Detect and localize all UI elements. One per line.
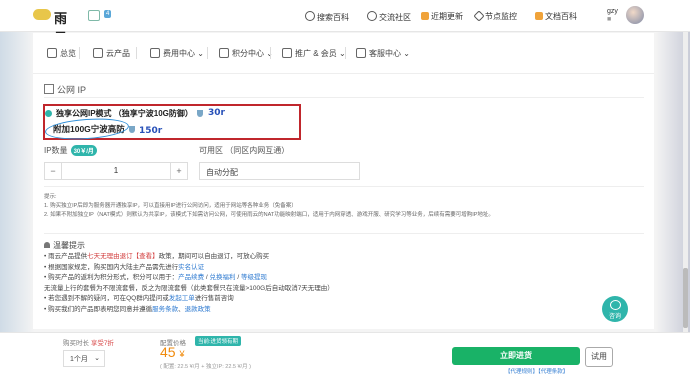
cloud-logo-icon bbox=[33, 9, 51, 20]
app-icon[interactable] bbox=[88, 10, 100, 21]
chat-icon bbox=[367, 11, 377, 21]
wallet-icon bbox=[150, 48, 160, 58]
main-card: 总览 云产品 费用中心 ⌄ 积分中心 ⌄ 推广 & 会员 ⌄ 客服中心 ⌄ 公网… bbox=[33, 33, 654, 329]
monitor-icon bbox=[473, 10, 485, 22]
divider bbox=[79, 47, 80, 59]
period-select[interactable]: 1个月 ⌄ bbox=[63, 350, 105, 367]
tab-billing[interactable]: 费用中心 ⌄ bbox=[150, 48, 204, 59]
points-icon bbox=[219, 48, 229, 58]
divider bbox=[270, 47, 271, 59]
tab-referral-member[interactable]: 推广 & 会员 ⌄ bbox=[282, 48, 346, 59]
people-icon bbox=[282, 48, 292, 58]
tip-item: • 根据国家规定，购买国内大陆主产品需先进行实名认证 bbox=[44, 263, 205, 271]
search-icon bbox=[305, 11, 315, 21]
notes: 提示: 1. 购买独立IP后即为服务器开通独享IP，可以直接用IP进行公网访问，… bbox=[44, 193, 494, 220]
tip-item: • 雨云产品提供七天无理由退订【查看】政策，期间可以自由退订，可放心购买 bbox=[44, 253, 270, 260]
avatar[interactable] bbox=[626, 6, 644, 24]
zone-select[interactable]: 自动分配 ⌄ bbox=[199, 162, 360, 180]
renew-link[interactable]: 产品续费 bbox=[178, 274, 204, 281]
divider bbox=[207, 47, 208, 59]
note-line: 1. 购买独立IP后即为服务器开通独享IP，可以直接用IP进行公网访问，适用于网… bbox=[44, 203, 297, 209]
network-icon bbox=[44, 84, 54, 94]
refund-policy-link[interactable]: 七天无理由退订【查看】 bbox=[87, 253, 159, 260]
real-name-link[interactable]: 实名认证 bbox=[178, 264, 204, 271]
tip-item: 无流量上行的套餐为不限流套餐，反之为限流套餐（此类套餐只在流量>100G后自动取… bbox=[44, 284, 334, 292]
notification-badge[interactable]: 4 bbox=[104, 10, 112, 18]
exchange-link[interactable]: 兑换福利 bbox=[210, 274, 236, 281]
tab-support[interactable]: 客服中心 ⌄ bbox=[356, 48, 410, 59]
bell-icon bbox=[44, 242, 50, 248]
divider bbox=[345, 47, 346, 59]
divider bbox=[136, 47, 137, 59]
tab-overview[interactable]: 总览 bbox=[47, 48, 76, 59]
user-menu[interactable]: gzy ■ bbox=[607, 8, 618, 24]
tip-item: • 若您遇到不解的疑问，可在QQ群内提问或发起工单进行售前咨询 bbox=[44, 295, 234, 302]
tab-bar: 总览 云产品 费用中心 ⌄ 积分中心 ⌄ 推广 & 会员 ⌄ 客服中心 ⌄ bbox=[33, 33, 654, 74]
chevron-down-icon: ⌄ bbox=[94, 355, 100, 362]
nav-community[interactable]: 交流社区 bbox=[367, 11, 411, 23]
ip-count-stepper[interactable]: − 1 + bbox=[44, 162, 188, 180]
tip-item: • 购买产品的返利为积分形式，积分可以用于：产品续费 / 兑换福利 / 等级提现 bbox=[44, 274, 267, 281]
ticket-link[interactable]: 发起工单 bbox=[169, 295, 195, 302]
note-line: 2. 如果不附加独立IP（NAT模式）则默认为共享IP，该模式下如需访问公网，可… bbox=[44, 212, 494, 218]
withdraw-link[interactable]: 等级提现 bbox=[241, 274, 267, 281]
nav-search-wiki[interactable]: 搜索百科 bbox=[305, 11, 349, 23]
decrement-button[interactable]: − bbox=[45, 163, 62, 179]
headset-icon bbox=[609, 300, 621, 310]
ip-price-tag: 30￥/月 bbox=[70, 145, 97, 156]
username: gzy bbox=[607, 8, 618, 15]
user-sub: ■ bbox=[607, 16, 612, 23]
headset-icon bbox=[356, 48, 366, 58]
divider bbox=[44, 186, 644, 187]
refund-link[interactable]: 退款政策 bbox=[185, 306, 211, 313]
nav-docs[interactable]: 文档百科 bbox=[535, 11, 577, 22]
divider bbox=[44, 97, 644, 98]
calendar-icon bbox=[421, 12, 429, 20]
discount-tag: 当前:进货领有期 bbox=[195, 336, 242, 346]
nav-recent-updates[interactable]: 近期更新 bbox=[421, 11, 463, 22]
scrollbar[interactable] bbox=[683, 32, 688, 332]
tab-cloud-products[interactable]: 云产品 bbox=[93, 48, 130, 59]
consult-button[interactable]: 咨询 bbox=[602, 296, 628, 322]
agent-links[interactable]: 【代理规则】【代理条款】 bbox=[505, 367, 568, 375]
price-detail: ( 配置: 22.5 ¥/月 + 独立IP: 22.5 ¥/月 ) bbox=[160, 364, 251, 370]
increment-button[interactable]: + bbox=[170, 163, 187, 179]
chevron-down-icon: ⌄ bbox=[206, 167, 212, 174]
tip-item: • 购买我们的产品即表明您同意并遵循服务条款、退款政策 bbox=[44, 305, 211, 313]
trial-button[interactable]: 试用 bbox=[585, 347, 613, 367]
tips-title: 温馨提示 bbox=[44, 240, 85, 251]
zone-label: 可用区 （同区内网互通） bbox=[199, 146, 290, 155]
tips-list: • 雨云产品提供七天无理由退订【查看】政策，期间可以自由退订，可放心购买 • 根… bbox=[44, 252, 334, 315]
ip-count-value[interactable]: 1 bbox=[61, 163, 171, 179]
nav-node-monitor[interactable]: 节点监控 bbox=[473, 10, 517, 22]
cloud-icon bbox=[93, 48, 103, 58]
home-icon bbox=[47, 48, 57, 58]
period-label: 购买时长 享受7折 bbox=[63, 340, 114, 347]
notes-title: 提示: bbox=[44, 194, 57, 200]
section-public-ip: 公网 IP bbox=[44, 83, 86, 96]
divider bbox=[44, 233, 644, 234]
tab-points[interactable]: 积分中心 ⌄ bbox=[219, 48, 273, 59]
buy-now-button[interactable]: 立即进货 bbox=[452, 347, 580, 365]
ip-count-label: IP数量 30￥/月 bbox=[44, 145, 97, 156]
scrollbar-thumb[interactable] bbox=[683, 268, 688, 328]
doc-icon bbox=[535, 12, 543, 20]
terms-link[interactable]: 服务条款 bbox=[152, 306, 178, 313]
total-price: 45 ¥ bbox=[160, 344, 185, 360]
top-navbar: 雨云 4 搜索百科 交流社区 近期更新 节点监控 文档百科 gzy ■ bbox=[0, 0, 690, 45]
